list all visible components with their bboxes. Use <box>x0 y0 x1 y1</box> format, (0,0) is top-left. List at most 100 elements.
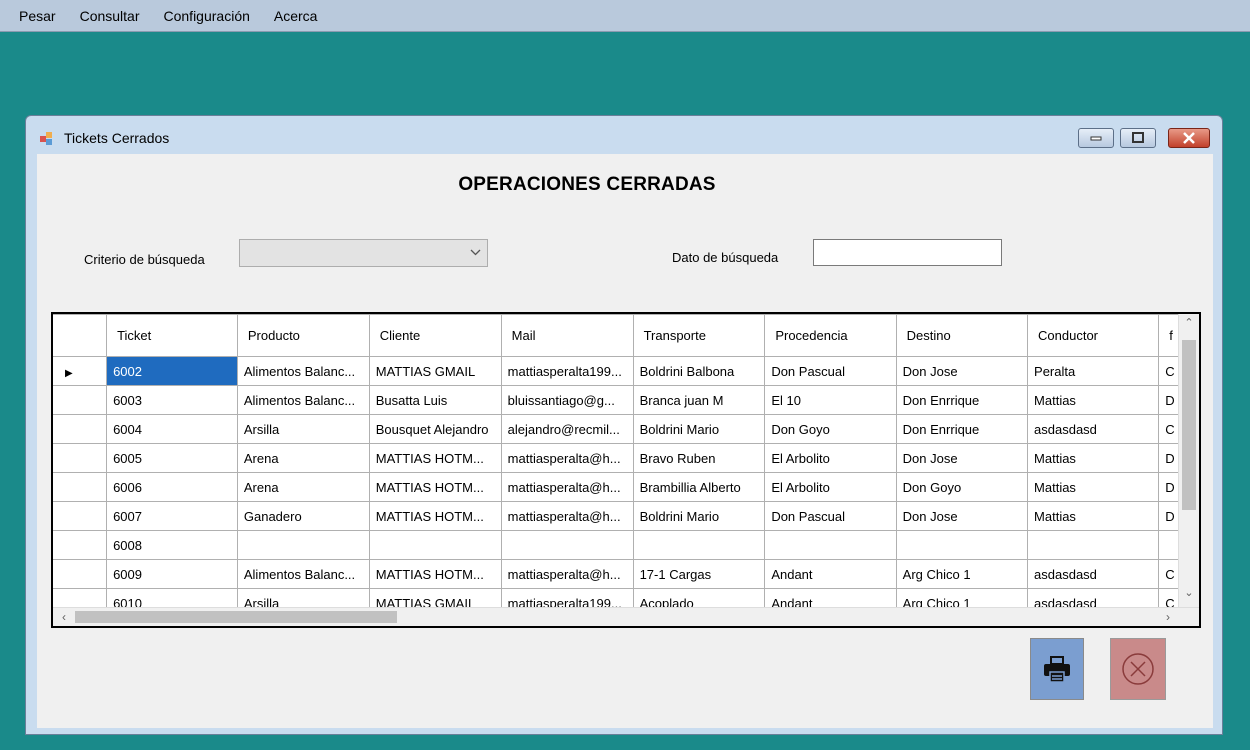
table-cell[interactable]: Mattias <box>1027 385 1160 415</box>
table-cell[interactable]: asdasdasd <box>1027 414 1160 444</box>
table-cell[interactable]: Boldrini Mario <box>632 414 766 444</box>
scroll-down-icon[interactable]: ⌄ <box>1179 586 1199 606</box>
table-cell[interactable]: El Arbolito <box>764 443 897 473</box>
vertical-scroll-thumb[interactable] <box>1182 340 1196 510</box>
row-header[interactable] <box>53 385 108 415</box>
column-header[interactable]: Cliente <box>368 314 502 357</box>
table-cell[interactable]: Arsilla <box>236 414 370 444</box>
table-cell[interactable]: asdasdasd <box>1027 559 1160 589</box>
table-cell[interactable]: Don Pascual <box>764 356 897 386</box>
table-row[interactable]: 6006 Arena MATTIAS HOTM... mattiasperalta@h… <box>53 472 1199 502</box>
table-cell[interactable] <box>500 530 634 560</box>
search-input[interactable] <box>813 239 1002 266</box>
horizontal-scrollbar[interactable]: ‹ › <box>53 607 1199 626</box>
table-cell[interactable]: 6006 <box>106 472 238 502</box>
table-cell[interactable]: 6005 <box>106 443 238 473</box>
horizontal-scroll-thumb[interactable] <box>75 611 397 623</box>
table-cell[interactable]: Mattias <box>1027 501 1160 531</box>
maximize-button[interactable] <box>1120 128 1156 148</box>
scroll-right-icon[interactable]: › <box>1159 608 1177 626</box>
row-header[interactable] <box>53 472 108 502</box>
table-cell[interactable]: Arena <box>236 472 370 502</box>
table-cell[interactable]: MATTIAS HOTM... <box>368 472 502 502</box>
column-header[interactable]: Transporte <box>632 314 766 357</box>
table-cell[interactable]: 17-1 Cargas <box>632 559 766 589</box>
menu-acerca[interactable]: Acerca <box>262 8 330 24</box>
table-cell[interactable]: Don Pascual <box>764 501 897 531</box>
table-cell[interactable]: Alimentos Balanc... <box>236 356 370 386</box>
table-cell[interactable]: MATTIAS HOTM... <box>368 559 502 589</box>
table-cell[interactable]: Mattias <box>1027 443 1160 473</box>
column-header[interactable]: Mail <box>500 314 634 357</box>
table-cell[interactable]: mattiasperalta@h... <box>500 443 634 473</box>
row-header[interactable]: ▶ <box>53 356 108 386</box>
table-cell[interactable]: Bousquet Alejandro <box>368 414 502 444</box>
table-cell[interactable]: MATTIAS HOTM... <box>368 501 502 531</box>
table-cell[interactable]: MATTIAS HOTM... <box>368 443 502 473</box>
table-cell[interactable]: Bravo Ruben <box>632 443 766 473</box>
table-cell[interactable]: 6002 <box>106 356 238 386</box>
table-row[interactable]: 6003 Alimentos Balanc... Busatta Luis bluis… <box>53 385 1199 415</box>
table-cell[interactable]: Don Goyo <box>764 414 897 444</box>
menu-pesar[interactable]: Pesar <box>0 8 68 24</box>
scroll-up-icon[interactable]: ⌃ <box>1179 316 1199 336</box>
print-button[interactable] <box>1030 638 1084 700</box>
table-cell[interactable]: Boldrini Mario <box>632 501 766 531</box>
row-header[interactable] <box>53 501 108 531</box>
table-cell[interactable]: Don Goyo <box>895 472 1029 502</box>
column-header[interactable]: Procedencia <box>764 314 897 357</box>
vertical-scrollbar[interactable]: ⌃ ⌄ <box>1178 314 1199 608</box>
table-cell[interactable]: El 10 <box>764 385 897 415</box>
table-cell[interactable]: mattiasperalta199... <box>500 356 634 386</box>
table-row[interactable]: 6009 Alimentos Balanc... MATTIAS HOTM... ma… <box>53 559 1199 589</box>
table-cell[interactable]: Andant <box>764 559 897 589</box>
table-cell[interactable]: El Arbolito <box>764 472 897 502</box>
table-cell[interactable]: Branca juan M <box>632 385 766 415</box>
column-header[interactable]: Producto <box>236 314 370 357</box>
table-cell[interactable]: Alimentos Balanc... <box>236 385 370 415</box>
table-cell[interactable]: Don Jose <box>895 443 1029 473</box>
table-cell[interactable]: Don Jose <box>895 501 1029 531</box>
table-cell[interactable]: Brambillia Alberto <box>632 472 766 502</box>
table-cell[interactable]: mattiasperalta@h... <box>500 472 634 502</box>
table-cell[interactable]: 6008 <box>106 530 238 560</box>
table-row[interactable]: ▶ 6002 Alimentos Balanc... MATTIAS GMAIL mat… <box>53 356 1199 386</box>
table-cell[interactable]: Arena <box>236 443 370 473</box>
table-cell[interactable]: Don Enrrique <box>895 414 1029 444</box>
table-cell[interactable]: Ganadero <box>236 501 370 531</box>
table-cell[interactable]: MATTIAS GMAIL <box>368 356 502 386</box>
window-titlebar[interactable]: Tickets Cerrados <box>26 116 1222 154</box>
table-cell[interactable]: Don Jose <box>895 356 1029 386</box>
table-cell[interactable] <box>368 530 502 560</box>
cancel-button[interactable] <box>1110 638 1166 700</box>
table-cell[interactable]: 6007 <box>106 501 238 531</box>
minimize-button[interactable] <box>1078 128 1114 148</box>
column-header[interactable]: Ticket <box>106 314 238 357</box>
row-header[interactable] <box>53 559 108 589</box>
table-cell[interactable]: alejandro@recmil... <box>500 414 634 444</box>
table-row[interactable]: 6004 Arsilla Bousquet Alejandro alejandro@r… <box>53 414 1199 444</box>
table-cell[interactable]: bluissantiago@g... <box>500 385 634 415</box>
row-header[interactable] <box>53 414 108 444</box>
table-row[interactable]: 6007 Ganadero MATTIAS HOTM... mattiasperalt… <box>53 501 1199 531</box>
row-header[interactable] <box>53 443 108 473</box>
row-header[interactable] <box>53 530 108 560</box>
criteria-dropdown[interactable] <box>239 239 488 267</box>
menu-configuracion[interactable]: Configuración <box>152 8 262 24</box>
table-cell[interactable]: Peralta <box>1027 356 1160 386</box>
table-cell[interactable]: 6003 <box>106 385 238 415</box>
table-cell[interactable]: mattiasperalta@h... <box>500 559 634 589</box>
table-cell[interactable] <box>764 530 897 560</box>
menu-consultar[interactable]: Consultar <box>68 8 152 24</box>
table-cell[interactable] <box>895 530 1029 560</box>
table-cell[interactable] <box>1027 530 1160 560</box>
table-cell[interactable]: 6004 <box>106 414 238 444</box>
table-cell[interactable]: Mattias <box>1027 472 1160 502</box>
table-cell[interactable] <box>236 530 370 560</box>
table-row[interactable]: 6008 <box>53 530 1199 560</box>
scroll-left-icon[interactable]: ‹ <box>55 608 73 626</box>
column-header[interactable]: Conductor <box>1027 314 1160 357</box>
table-cell[interactable]: mattiasperalta@h... <box>500 501 634 531</box>
table-cell[interactable]: 6009 <box>106 559 238 589</box>
close-button[interactable] <box>1168 128 1210 148</box>
